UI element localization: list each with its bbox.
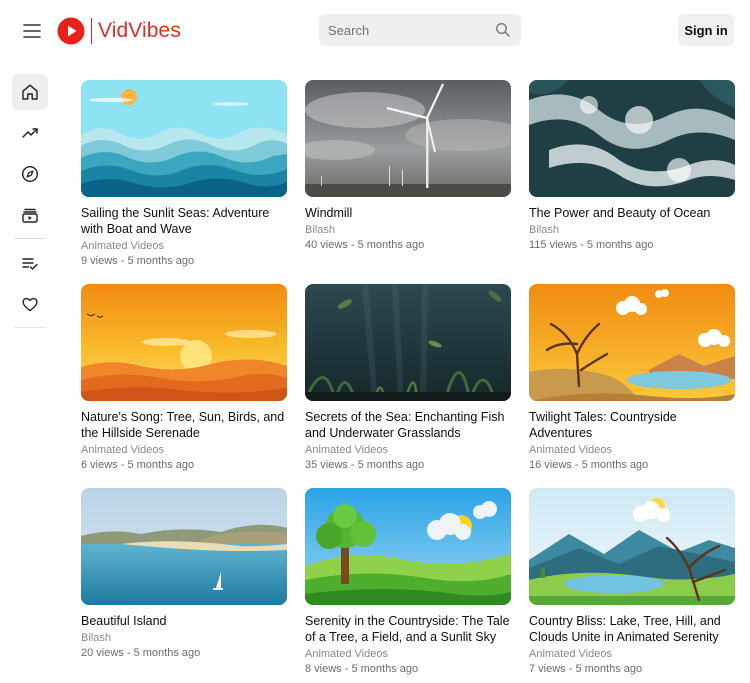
video-thumbnail[interactable] [81, 80, 287, 197]
video-card[interactable]: Windmill Bilash 40 views - 5 months ago [305, 80, 511, 252]
video-title[interactable]: Nature's Song: Tree, Sun, Birds, and the… [81, 409, 287, 441]
video-title[interactable]: Twilight Tales: Countryside Adventures [529, 409, 735, 441]
app-name: VidVibes [98, 19, 181, 42]
video-meta: 115 views - 5 months ago [529, 239, 654, 251]
sidebar [12, 74, 50, 334]
video-card[interactable]: Sailing the Sunlit Seas: Adventure with … [81, 80, 287, 268]
video-thumbnail[interactable] [81, 488, 287, 605]
video-title[interactable]: Windmill [305, 205, 511, 221]
sidebar-item-trending[interactable] [12, 115, 48, 151]
video-title[interactable]: Country Bliss: Lake, Tree, Hill, and Clo… [529, 613, 735, 645]
video-channel[interactable]: Bilash [305, 224, 511, 237]
playlist-check-icon [22, 258, 38, 270]
video-card[interactable]: Nature's Song: Tree, Sun, Birds, and the… [81, 284, 287, 472]
video-thumbnail[interactable] [529, 488, 735, 605]
video-title[interactable]: Serenity in the Countryside: The Tale of… [305, 613, 511, 645]
video-meta: 35 views - 5 months ago [305, 459, 425, 471]
video-thumbnail[interactable] [305, 80, 511, 197]
thumbnail-image-ocean-waves-aerial [529, 80, 735, 197]
top-header: VidVibes Sign in [0, 0, 750, 62]
home-icon [22, 84, 38, 100]
video-card[interactable]: Beautiful Island Bilash 20 views - 5 mon… [81, 488, 287, 660]
thumbnail-image-waves-sunrise [81, 80, 287, 197]
sidebar-item-subscriptions[interactable] [12, 197, 48, 233]
sidebar-item-home[interactable] [12, 74, 48, 110]
video-channel[interactable]: Bilash [529, 224, 735, 237]
sidebar-item-liked[interactable] [12, 286, 48, 322]
video-title[interactable]: Sailing the Sunlit Seas: Adventure with … [81, 205, 287, 237]
video-card[interactable]: The Power and Beauty of Ocean Bilash 115… [529, 80, 735, 252]
video-card[interactable]: Secrets of the Sea: Enchanting Fish and … [305, 284, 511, 472]
trending-icon [22, 128, 38, 138]
play-logo-icon [57, 17, 85, 45]
video-meta: 16 views - 5 months ago [529, 459, 649, 471]
video-thumbnail[interactable] [81, 284, 287, 401]
video-thumbnail[interactable] [305, 284, 511, 401]
app-logo[interactable]: VidVibes [57, 17, 181, 45]
thumbnail-image-underwater-grass [305, 284, 511, 401]
compass-icon [21, 165, 39, 183]
thumbnail-image-wind-turbine-storm [305, 80, 511, 197]
video-title[interactable]: The Power and Beauty of Ocean [529, 205, 735, 221]
video-channel[interactable]: Animated Videos [529, 648, 735, 661]
thumbnail-image-orange-sunset-hills [81, 284, 287, 401]
logo-divider [91, 18, 92, 44]
video-meta: 7 views - 5 months ago [529, 663, 643, 675]
video-thumbnail[interactable] [305, 488, 511, 605]
video-title[interactable]: Beautiful Island [81, 613, 287, 629]
hamburger-menu-icon[interactable] [20, 19, 44, 43]
search-icon[interactable] [495, 22, 511, 38]
video-thumbnail[interactable] [529, 80, 735, 197]
search-input[interactable] [319, 22, 489, 38]
video-channel[interactable]: Animated Videos [81, 444, 287, 457]
thumbnail-image-lake-tree-hills [529, 488, 735, 605]
sidebar-item-playlist[interactable] [12, 245, 48, 281]
video-card[interactable]: Twilight Tales: Countryside Adventures A… [529, 284, 735, 472]
sidebar-divider [14, 238, 46, 239]
video-channel[interactable]: Animated Videos [305, 648, 511, 661]
thumbnail-image-island-beach [81, 488, 287, 605]
video-channel[interactable]: Animated Videos [529, 444, 735, 457]
subscriptions-icon [22, 208, 38, 223]
video-channel[interactable]: Animated Videos [305, 444, 511, 457]
video-meta: 9 views - 5 months ago [81, 255, 195, 267]
search-bar [319, 14, 521, 46]
sign-in-button[interactable]: Sign in [678, 14, 734, 46]
video-channel[interactable]: Bilash [81, 632, 287, 645]
thumbnail-image-bare-tree-lake [529, 284, 735, 401]
video-meta: 40 views - 5 months ago [305, 239, 425, 251]
video-meta: 20 views - 5 months ago [81, 647, 201, 659]
video-card[interactable]: Serenity in the Countryside: The Tale of… [305, 488, 511, 676]
heart-icon [22, 297, 38, 312]
video-thumbnail[interactable] [529, 284, 735, 401]
video-meta: 6 views - 5 months ago [81, 459, 195, 471]
video-meta: 8 views - 5 months ago [305, 663, 419, 675]
video-card[interactable]: Country Bliss: Lake, Tree, Hill, and Clo… [529, 488, 735, 676]
video-channel[interactable]: Animated Videos [81, 240, 287, 253]
thumbnail-image-green-tree-field [305, 488, 511, 605]
sidebar-item-explore[interactable] [12, 156, 48, 192]
video-title[interactable]: Secrets of the Sea: Enchanting Fish and … [305, 409, 511, 441]
sidebar-divider [14, 327, 46, 328]
